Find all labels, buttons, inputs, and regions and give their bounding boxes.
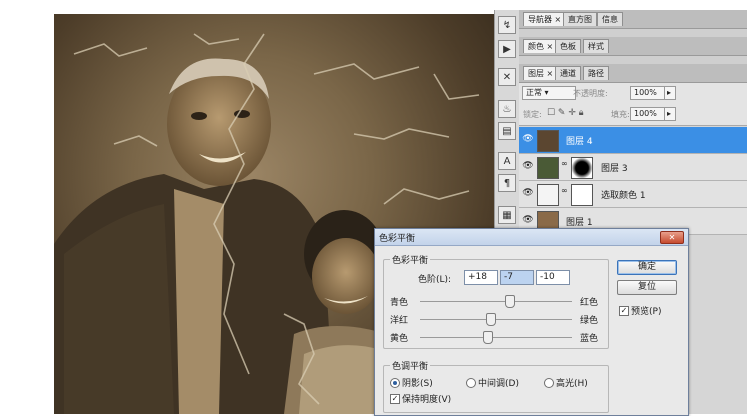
eye-icon[interactable]: 👁︎ [521, 159, 535, 173]
close-icon[interactable]: ✕ [660, 231, 684, 244]
level-yellow-blue-input[interactable]: -10 [536, 270, 570, 285]
layer-thumbnail [537, 130, 559, 152]
panel-group-navigator: 导航器 × 直方图 信息 [519, 10, 747, 29]
swatch-icon[interactable]: ▤ [498, 122, 516, 140]
layer-row[interactable]: 👁︎ ∞ 选取颜色 1 [519, 181, 747, 208]
level-magenta-green-input[interactable]: -7 [500, 270, 534, 285]
levels-label: 色阶(L): [418, 275, 452, 285]
tab-styles[interactable]: 样式 [583, 39, 609, 53]
layer-row[interactable]: 👁︎ ∞ 图层 3 [519, 154, 747, 181]
group-title: 色调平衡 [390, 359, 431, 372]
character-icon[interactable]: A [498, 152, 516, 170]
ok-button[interactable]: 确定 [617, 260, 677, 275]
slider-right-label: 红色 [580, 298, 599, 308]
tab-navigator[interactable]: 导航器 × [523, 12, 567, 26]
reset-button[interactable]: 复位 [617, 280, 677, 295]
slider-right-label: 绿色 [580, 316, 599, 326]
layer-row[interactable]: 👁︎ 图层 4 [519, 127, 747, 154]
preview-checkbox[interactable]: ✓ [619, 306, 629, 316]
eye-icon[interactable]: 👁︎ [521, 213, 535, 227]
preview-label: 预览(P) [631, 307, 662, 317]
lock-label: 锁定: [523, 110, 542, 119]
tab-channels[interactable]: 通道 [555, 66, 581, 80]
stamp-icon[interactable]: ♨ [498, 100, 516, 118]
tone-midtones-radio[interactable] [466, 378, 476, 388]
tone-highlights-label: 高光(H) [556, 379, 588, 389]
slider-track[interactable] [420, 337, 572, 338]
panel-group-layers: 图层 × 通道 路径 [519, 64, 747, 83]
slider-track[interactable] [420, 301, 572, 302]
tab-color[interactable]: 颜色 × [523, 39, 559, 53]
tone-highlights-radio[interactable] [544, 378, 554, 388]
preserve-luminosity-label: 保持明度(V) [402, 395, 452, 405]
color-balance-group: 色彩平衡 色阶(L): +18 -7 -10 青色 红色 洋红 绿色 黄色 蓝色 [383, 253, 609, 349]
layer-name: 图层 3 [601, 164, 628, 174]
tone-shadows-radio[interactable] [390, 378, 400, 388]
preserve-luminosity-checkbox[interactable]: ✓ [390, 394, 400, 404]
level-cyan-red-input[interactable]: +18 [464, 270, 498, 285]
history-icon[interactable]: ↯ [498, 16, 516, 34]
opacity-field[interactable]: 100% [630, 86, 666, 100]
group-title: 色彩平衡 [390, 253, 431, 266]
layer-thumbnail [537, 157, 559, 179]
layer-name: 选取颜色 1 [601, 191, 646, 201]
magenta-green-slider-handle[interactable] [485, 313, 496, 326]
blend-mode-select[interactable]: 正常 ▾ [522, 86, 576, 100]
eye-icon[interactable]: 👁︎ [521, 132, 535, 146]
tab-layers[interactable]: 图层 × [523, 66, 559, 80]
lock-options-icon[interactable]: ☐ ✎ ✛ 🔒︎ [547, 108, 584, 118]
tools-icon[interactable]: ✕ [498, 68, 516, 86]
dialog-titlebar[interactable]: 色彩平衡 ✕ [375, 229, 688, 246]
tone-balance-group: 色调平衡 阴影(S) 中间调(D) 高光(H) ✓ 保持明度(V) [383, 359, 609, 413]
link-icon: ∞ [561, 186, 568, 195]
navigate-icon[interactable]: ▶ [498, 40, 516, 58]
dialog-title: 色彩平衡 [379, 234, 416, 244]
fill-field[interactable]: 100% [630, 107, 666, 121]
tab-histogram[interactable]: 直方图 [563, 12, 597, 26]
tab-info[interactable]: 信息 [597, 12, 623, 26]
slider-left-label: 黄色 [390, 334, 409, 344]
panel-divider [519, 56, 747, 64]
paragraph-icon[interactable]: ¶ [498, 174, 516, 192]
yellow-blue-slider-handle[interactable] [483, 331, 494, 344]
link-icon: ∞ [561, 159, 568, 168]
layer-name: 图层 1 [566, 218, 593, 228]
tone-midtones-label: 中间调(D) [478, 379, 519, 389]
cyan-red-slider-handle[interactable] [504, 295, 515, 308]
layer-name: 图层 4 [566, 137, 593, 147]
layers-options-bar: 正常 ▾ 不透明度: 100% ▸ 锁定: ☐ ✎ ✛ 🔒︎ 填充: 100% … [519, 83, 747, 126]
tab-swatches[interactable]: 色板 [555, 39, 581, 53]
eye-icon[interactable]: 👁︎ [521, 186, 535, 200]
fill-label: 填充: [611, 110, 630, 119]
slider-right-label: 蓝色 [580, 334, 599, 344]
slider-left-label: 青色 [390, 298, 409, 308]
adjustment-icon [537, 184, 559, 206]
tab-paths[interactable]: 路径 [583, 66, 609, 80]
opacity-label: 不透明度: [573, 89, 608, 98]
slider-track[interactable] [420, 319, 572, 320]
layer-comp-icon[interactable]: ▦ [498, 206, 516, 224]
opacity-arrow-icon[interactable]: ▸ [664, 86, 676, 100]
color-balance-dialog: 色彩平衡 ✕ 色彩平衡 色阶(L): +18 -7 -10 青色 红色 洋红 绿… [374, 228, 689, 416]
slider-left-label: 洋红 [390, 316, 409, 326]
layer-mask-thumbnail[interactable] [571, 157, 593, 179]
fill-arrow-icon[interactable]: ▸ [664, 107, 676, 121]
layer-mask-thumbnail[interactable] [571, 184, 593, 206]
panel-divider [519, 29, 747, 37]
tone-shadows-label: 阴影(S) [402, 379, 433, 389]
panel-group-color: 颜色 × 色板 样式 [519, 37, 747, 56]
